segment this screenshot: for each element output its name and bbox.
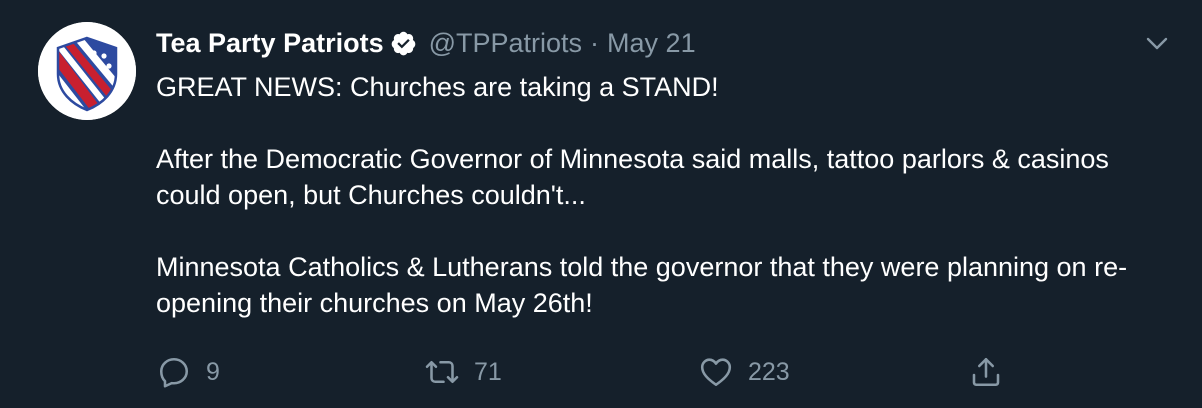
heart-icon [700,358,732,387]
share-icon [972,357,1000,387]
tweet-date[interactable]: May 21 [607,26,696,60]
retweet-count: 71 [474,357,502,386]
reply-count: 9 [206,357,220,386]
shield-logo-icon [38,22,136,120]
tweet-paragraph: After the Democratic Governor of Minneso… [156,144,1109,210]
tweet-paragraph: GREAT NEWS: Churches are taking a STAND! [156,72,719,102]
share-button[interactable] [968,352,1004,392]
verified-badge-icon [390,30,417,57]
reply-icon [159,357,189,388]
tweet-text: GREAT NEWS: Churches are taking a STAND!… [156,69,1156,321]
chevron-down-icon[interactable] [1146,36,1168,52]
tweet-paragraph: Minnesota Catholics & Lutherans told the… [156,252,1128,318]
author-name[interactable]: Tea Party Patriots [156,26,384,60]
reply-button[interactable]: 9 [156,352,220,392]
like-button[interactable]: 223 [698,352,790,392]
author-handle[interactable]: @TPPatriots [429,26,582,60]
tweet-card[interactable]: Tea Party Patriots @TPPatriots · May 21 … [0,0,1202,408]
retweet-button[interactable]: 71 [424,352,502,392]
like-count: 223 [748,357,790,386]
tweet-header: Tea Party Patriots @TPPatriots · May 21 [156,26,696,60]
avatar[interactable] [38,22,136,120]
separator-dot: · [590,28,600,58]
retweet-icon [425,360,459,384]
tweet-actions: 9 71 223 [156,352,1016,392]
